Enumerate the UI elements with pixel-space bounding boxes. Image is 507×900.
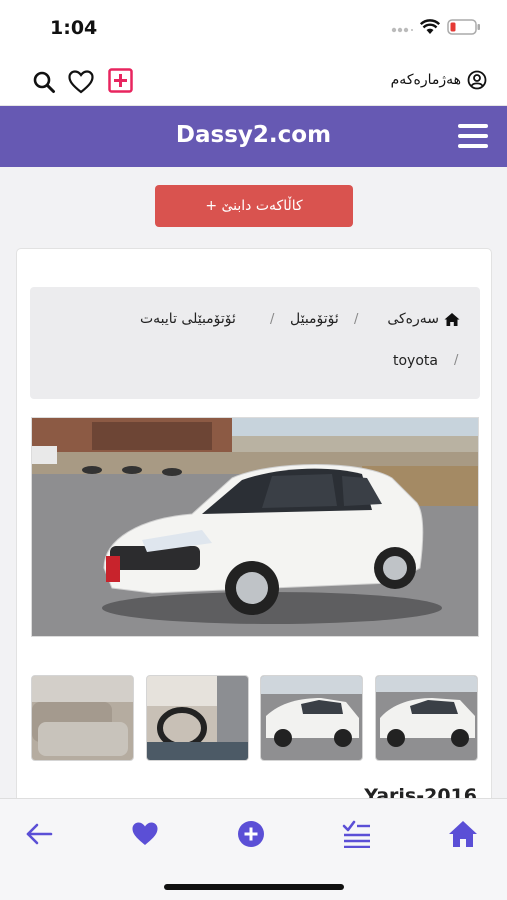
home-icon [449, 821, 477, 847]
breadcrumb: سەرەکی / ئۆتۆمبێل / ئۆتۆمبێلی تایبەت / t… [30, 287, 480, 399]
add-box-icon [108, 68, 133, 93]
battery-icon [447, 19, 480, 35]
breadcrumb-private-cars[interactable]: ئۆتۆمبێلی تایبەت [140, 311, 236, 327]
breadcrumb-separator: / [354, 312, 359, 327]
add-circle-icon [238, 821, 264, 847]
heart-icon [68, 70, 94, 94]
add-nav-button[interactable] [234, 817, 268, 851]
site-header: Dassy2.com [0, 106, 507, 167]
status-time: 1:04 [50, 17, 98, 39]
top-bar: هەژمارەکەم [0, 54, 507, 106]
breadcrumb-home[interactable]: سەرەکی [387, 311, 460, 327]
back-button[interactable] [22, 817, 56, 851]
user-circle-icon [467, 70, 487, 90]
breadcrumb-brand[interactable]: toyota [393, 353, 438, 369]
hamburger-icon[interactable] [458, 124, 492, 152]
favorites-button[interactable] [66, 67, 96, 97]
back-arrow-icon [26, 823, 53, 845]
cellular-signal-icon [391, 27, 413, 33]
wifi-icon [420, 19, 440, 34]
thumbnail-car-side-alt[interactable] [375, 675, 478, 761]
search-button[interactable] [30, 68, 58, 96]
account-link[interactable]: هەژمارەکەم [391, 68, 487, 92]
breadcrumb-home-label: سەرەکی [387, 311, 439, 327]
main-car-photo[interactable] [31, 417, 479, 637]
home-nav-button[interactable] [446, 817, 480, 851]
my-ads-icon [342, 820, 370, 848]
home-icon [444, 312, 460, 326]
breadcrumb-cars[interactable]: ئۆتۆمبێل [290, 311, 339, 327]
add-ad-button[interactable] [107, 67, 134, 94]
favorites-nav-button[interactable] [128, 817, 162, 851]
listing-card: سەرەکی / ئۆتۆمبێل / ئۆتۆمبێلی تایبەت / t… [16, 248, 492, 808]
car-photo-image [32, 418, 478, 636]
post-ad-button[interactable]: + کاڵاکەت دابنێ [155, 185, 353, 227]
thumbnail-steering-wheel[interactable] [146, 675, 249, 761]
my-ads-nav-button[interactable] [340, 817, 374, 851]
home-indicator [164, 884, 344, 890]
thumbnail-car-side[interactable] [260, 675, 363, 761]
site-title[interactable]: Dassy2.com [0, 122, 507, 148]
search-icon [33, 71, 55, 93]
thumbnail-interior-seats[interactable] [31, 675, 134, 761]
thumbnail-strip [31, 675, 479, 761]
breadcrumb-separator: / [270, 312, 275, 327]
account-label: هەژمارەکەم [390, 72, 461, 88]
breadcrumb-separator: / [454, 353, 459, 368]
heart-icon [132, 822, 158, 845]
status-bar: 1:04 [0, 0, 507, 54]
